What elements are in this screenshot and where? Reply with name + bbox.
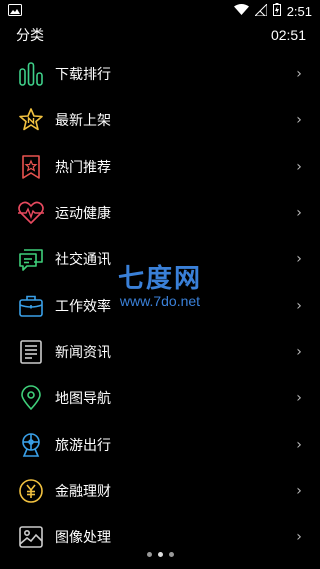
category-item-8[interactable]: 旅游出行 ›: [0, 421, 320, 467]
page-title: 分类: [16, 28, 44, 44]
category-item-2[interactable]: 热门推荐 ›: [0, 144, 320, 190]
category-label: 最新上架: [55, 113, 111, 130]
yuan-coin-icon: [17, 477, 45, 505]
category-item-0[interactable]: 下载排行 ›: [0, 51, 320, 97]
chevron-right-icon: ›: [296, 66, 302, 83]
battery-icon: [272, 3, 281, 19]
chevron-right-icon: ›: [296, 251, 302, 268]
image-icon: [17, 523, 45, 551]
chevron-right-icon: ›: [296, 390, 302, 407]
bar-chart-icon: [17, 60, 45, 88]
header-clock: 02:51: [270, 27, 306, 43]
ferris-wheel-icon: [17, 431, 45, 459]
category-label: 地图导航: [55, 391, 111, 408]
page-dot-1[interactable]: [157, 551, 163, 557]
newspaper-icon: [17, 338, 45, 366]
category-label: 热门推荐: [55, 159, 111, 176]
status-time: 2:51: [286, 3, 312, 19]
category-item-7[interactable]: 地图导航 ›: [0, 375, 320, 421]
chevron-right-icon: ›: [296, 205, 302, 222]
hot-tag-icon: [17, 153, 45, 181]
chevron-right-icon: ›: [296, 529, 302, 546]
category-item-4[interactable]: 社交通讯 ›: [0, 236, 320, 282]
page-dot-0[interactable]: [146, 551, 152, 557]
no-signal-icon: [253, 2, 268, 19]
status-icons: 2:51: [233, 2, 312, 19]
category-item-5[interactable]: 工作效率 ›: [0, 282, 320, 328]
category-item-1[interactable]: 最新上架 ›: [0, 97, 320, 143]
category-list: 下载排行 › 最新上架 › 热门推荐 › 运动健康 › 社交通讯 › 工作效率 › 新闻资讯 › 地图导航 ›…: [0, 51, 320, 560]
wifi-icon: [233, 3, 249, 19]
category-label: 图像处理: [55, 530, 111, 547]
star-new-icon: [17, 106, 45, 134]
heartbeat-icon: [17, 199, 45, 227]
status-bar: 2:51: [0, 0, 320, 22]
briefcase-icon: [17, 292, 45, 320]
category-item-3[interactable]: 运动健康 ›: [0, 190, 320, 236]
page-header: 分类 02:51: [0, 22, 320, 48]
page-indicator: [0, 548, 320, 560]
map-pin-icon: [17, 384, 45, 412]
chevron-right-icon: ›: [296, 482, 302, 499]
gallery-notification-icon: [8, 3, 22, 19]
category-label: 旅游出行: [55, 437, 111, 454]
chevron-right-icon: ›: [296, 343, 302, 360]
chevron-right-icon: ›: [296, 436, 302, 453]
category-label: 工作效率: [55, 298, 111, 315]
category-label: 运动健康: [55, 206, 111, 223]
category-label: 下载排行: [55, 67, 111, 84]
page-dot-2[interactable]: [168, 551, 174, 557]
category-label: 金融理财: [55, 483, 111, 500]
category-label: 新闻资讯: [55, 344, 111, 361]
chevron-right-icon: ›: [296, 112, 302, 129]
chevron-right-icon: ›: [296, 158, 302, 175]
chat-icon: [17, 245, 45, 273]
category-item-9[interactable]: 金融理财 ›: [0, 468, 320, 514]
chevron-right-icon: ›: [296, 297, 302, 314]
category-item-6[interactable]: 新闻资讯 ›: [0, 329, 320, 375]
category-label: 社交通讯: [55, 252, 111, 269]
